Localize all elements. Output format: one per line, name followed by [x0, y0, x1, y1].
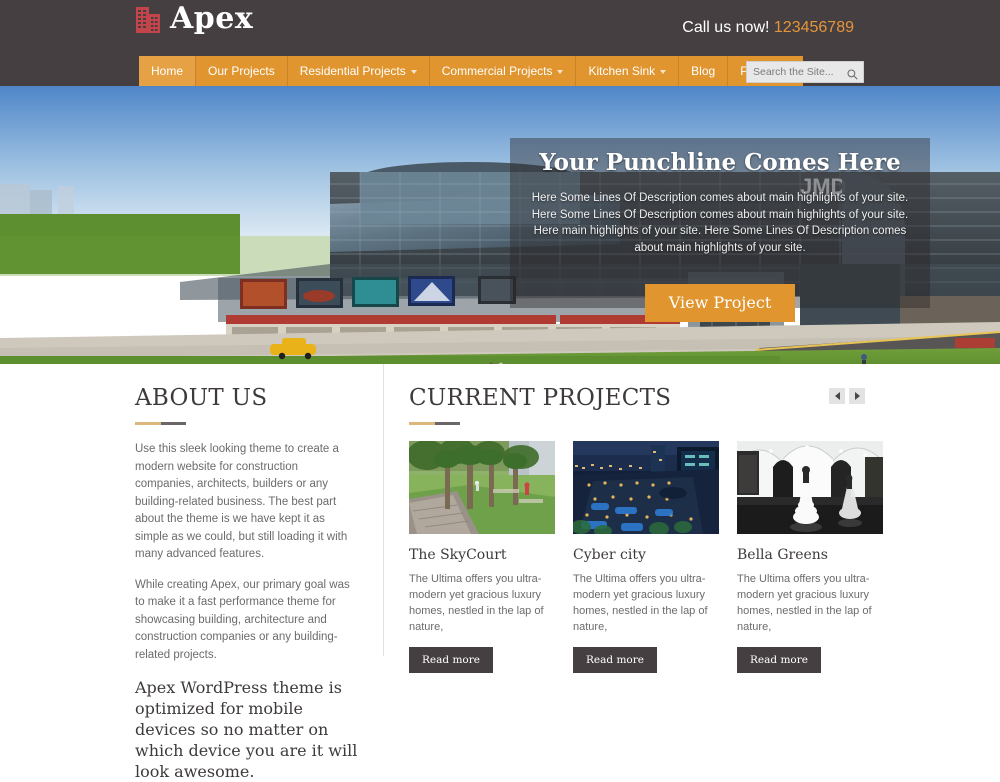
- rule-segment-gold: [409, 422, 435, 425]
- main-navigation[interactable]: Home Our Projects Residential Projects C…: [139, 56, 803, 86]
- project-card-title: The SkyCourt: [409, 547, 507, 563]
- hero-description: Here Some Lines Of Description comes abo…: [531, 192, 909, 254]
- about-us-section: ABOUT US Use this sleek looking theme to…: [135, 384, 383, 782]
- nav-item-label: Commercial Projects: [441, 64, 553, 78]
- nav-item-label: Kitchen Sink: [588, 64, 656, 78]
- project-thumbnail-bella-greens[interactable]: [737, 441, 883, 534]
- about-paragraph-1: Use this sleek looking theme to create a…: [135, 443, 348, 560]
- hero-caption: Your Punchline Comes Here Here Some Line…: [510, 138, 930, 322]
- title-rule: [409, 422, 865, 425]
- rule-segment-gold: [135, 422, 161, 425]
- call-us-label: Call us now!: [682, 19, 770, 36]
- search-input[interactable]: [753, 66, 847, 78]
- project-card-title: Cyber city: [573, 547, 646, 563]
- project-card-description: The Ultima offers you ultra-modern yet g…: [409, 573, 544, 633]
- title-rule: [135, 422, 359, 425]
- chevron-right-icon: [854, 392, 860, 400]
- site-logo[interactable]: Apex: [134, 3, 253, 35]
- chevron-down-icon: [410, 69, 417, 74]
- rule-segment-dark: [435, 422, 460, 425]
- carousel-navigation[interactable]: [829, 388, 865, 404]
- nav-item-our-projects[interactable]: Our Projects: [196, 56, 288, 86]
- about-lead-text: Apex WordPress theme is optimized for mo…: [135, 678, 358, 781]
- nav-item-kitchen-sink[interactable]: Kitchen Sink: [576, 56, 680, 86]
- carousel-prev-button[interactable]: [829, 388, 845, 404]
- project-thumbnail-cyber-city[interactable]: [573, 441, 719, 534]
- chevron-left-icon: [834, 392, 840, 400]
- view-project-button[interactable]: View Project: [644, 284, 796, 322]
- main-content: ABOUT US Use this sleek looking theme to…: [0, 364, 1000, 781]
- nav-item-label: Home: [151, 64, 184, 78]
- hero-title: Your Punchline Comes Here: [539, 149, 901, 176]
- read-more-button[interactable]: Read more: [409, 647, 493, 673]
- nav-item-residential-projects[interactable]: Residential Projects: [287, 56, 430, 86]
- call-us-banner: Call us now! 123456789: [682, 18, 854, 38]
- carousel-next-button[interactable]: [849, 388, 865, 404]
- rule-segment-dark: [161, 422, 186, 425]
- project-card-description: The Ultima offers you ultra-modern yet g…: [573, 573, 708, 633]
- about-paragraph-2: While creating Apex, our primary goal wa…: [135, 578, 350, 661]
- project-card[interactable]: Bella Greens The Ultima offers you ultra…: [737, 441, 883, 673]
- about-us-title: ABOUT US: [135, 385, 268, 411]
- hero-slider: JMD Your Punchline Comes Here Here Some …: [0, 86, 1000, 364]
- project-card-title: Bella Greens: [737, 547, 828, 563]
- search-icon[interactable]: [847, 67, 858, 80]
- read-more-button[interactable]: Read more: [573, 647, 657, 673]
- read-more-button[interactable]: Read more: [737, 647, 821, 673]
- project-thumbnail-skycourt[interactable]: [409, 441, 555, 534]
- nav-item-blog[interactable]: Blog: [679, 56, 729, 86]
- chevron-down-icon: [660, 69, 667, 74]
- nav-item-commercial-projects[interactable]: Commercial Projects: [429, 56, 577, 86]
- logo-text: Apex: [170, 1, 254, 36]
- current-projects-title: CURRENT PROJECTS: [409, 385, 672, 411]
- project-card-description: The Ultima offers you ultra-modern yet g…: [737, 573, 872, 633]
- project-card[interactable]: Cyber city The Ultima offers you ultra-m…: [573, 441, 719, 673]
- nav-item-home[interactable]: Home: [139, 56, 197, 86]
- current-projects-section: CURRENT PROJECTS The SkyCourt The Ultima…: [383, 384, 883, 782]
- call-us-number[interactable]: 123456789: [774, 19, 854, 36]
- site-header: Apex Call us now! 123456789 Home Our Pro…: [0, 0, 1000, 86]
- chevron-down-icon: [557, 69, 564, 74]
- nav-item-label: Blog: [691, 64, 716, 78]
- search-box[interactable]: [746, 61, 864, 83]
- nav-item-label: Residential Projects: [299, 64, 406, 78]
- project-card[interactable]: The SkyCourt The Ultima offers you ultra…: [409, 441, 555, 673]
- nav-item-label: Our Projects: [208, 64, 275, 78]
- project-card-list: The SkyCourt The Ultima offers you ultra…: [409, 441, 883, 673]
- building-icon: [134, 3, 164, 35]
